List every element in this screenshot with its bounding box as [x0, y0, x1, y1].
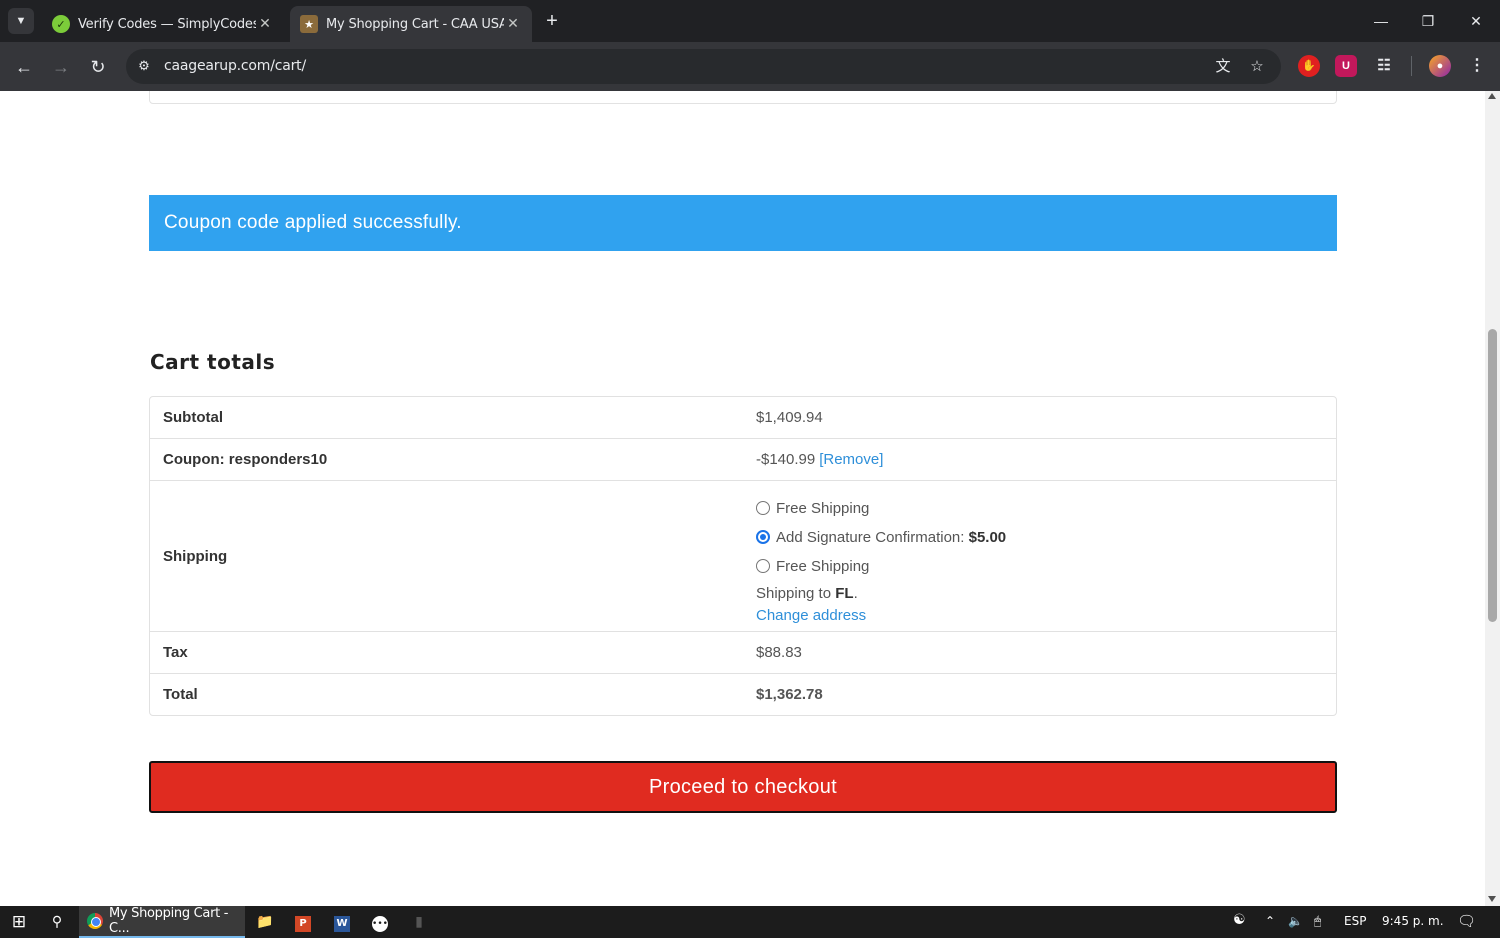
tab-title: Verify Codes — SimplyCodes	[78, 16, 256, 32]
close-window-button[interactable]: ✕	[1461, 8, 1491, 34]
scrollbar-thumb[interactable]	[1488, 329, 1497, 622]
chrome-icon	[87, 913, 103, 929]
windows-taskbar: ⊞ ⚲ My Shopping Cart - C... 📁 P W ••• ▮ …	[0, 906, 1500, 938]
browser-toolbar: ← → ↻ ⚙ caagearup.com/cart/ 文 ☆ ✋ U ☷ ● …	[0, 42, 1500, 91]
arrow-left-icon: ←	[15, 57, 33, 77]
app-placeholder-icon[interactable]: ▮	[407, 910, 431, 934]
powerpoint-icon[interactable]: P	[291, 910, 315, 934]
extensions-puzzle-icon[interactable]: ☷	[1373, 55, 1395, 77]
radio-button[interactable]	[756, 501, 770, 515]
shipping-label: Shipping	[163, 547, 228, 565]
notifications-icon[interactable]: 🗨	[1457, 912, 1476, 930]
shipping-option-label: Add Signature Confirmation:	[776, 528, 965, 546]
cart-totals-table: Subtotal $1,409.94 Coupon: responders10 …	[149, 396, 1337, 716]
remove-coupon-link[interactable]: [Remove]	[819, 451, 883, 468]
minimize-button[interactable]: —	[1366, 8, 1396, 34]
toolbar-divider	[1411, 56, 1412, 76]
shipping-destination: Shipping to FL.	[756, 583, 1006, 605]
coupon-discount: -$140.99	[756, 451, 816, 468]
scroll-up-arrow-icon[interactable]	[1488, 93, 1496, 99]
subtotal-row: Subtotal $1,409.94	[150, 397, 1336, 439]
tab-shopping-cart[interactable]: ★ My Shopping Cart - CAA USA ✕	[290, 6, 532, 42]
cart-table-bottom	[149, 91, 1337, 104]
extension-hand-icon[interactable]: ✋	[1298, 55, 1320, 77]
cart-totals-heading: Cart totals	[150, 350, 276, 374]
reload-button[interactable]: ↻	[85, 54, 111, 80]
new-tab-button[interactable]: +	[540, 10, 564, 34]
subtotal-value: $1,409.94	[756, 409, 823, 426]
subtotal-label: Subtotal	[163, 409, 223, 426]
back-button[interactable]: ←	[11, 54, 37, 80]
close-tab-icon[interactable]: ✕	[256, 16, 274, 32]
taskbar-chrome-app[interactable]: My Shopping Cart - C...	[79, 906, 245, 938]
caa-logo-icon: ★	[300, 15, 318, 33]
profile-avatar[interactable]: ●	[1429, 55, 1451, 77]
people-icon[interactable]: ☯	[1233, 912, 1246, 928]
extension-shield-icon[interactable]: U	[1335, 55, 1357, 77]
url-text[interactable]: caagearup.com/cart/	[164, 58, 306, 74]
word-icon[interactable]: W	[330, 910, 354, 934]
coupon-success-notice: Coupon code applied successfully.	[149, 195, 1337, 251]
shipping-option-price: $5.00	[968, 528, 1007, 546]
change-address-link[interactable]: Change address	[756, 605, 1006, 627]
coupon-value-cell: -$140.99 [Remove]	[743, 439, 1336, 480]
total-label: Total	[163, 686, 198, 703]
coupon-row: Coupon: responders10 -$140.99 [Remove]	[150, 439, 1336, 481]
clock[interactable]: 9:45 p. m.	[1382, 914, 1444, 928]
shipping-option-label: Free Shipping	[776, 557, 870, 575]
page-viewport: Coupon code applied successfully. Cart t…	[0, 91, 1485, 906]
tax-label: Tax	[163, 644, 188, 661]
site-info-icon[interactable]: ⚙	[135, 57, 153, 75]
shipping-options-cell: Free Shipping Add Signature Confirmation…	[743, 481, 1336, 631]
restore-button[interactable]: ❐	[1413, 8, 1443, 34]
radio-button-selected[interactable]	[756, 530, 770, 544]
translate-icon[interactable]: 文	[1212, 56, 1234, 78]
total-row: Total $1,362.78	[150, 674, 1336, 715]
address-bar[interactable]: ⚙ caagearup.com/cart/ 文 ☆	[126, 49, 1281, 84]
menu-dots-icon[interactable]: ⋮	[1466, 55, 1488, 77]
network-icon[interactable]: 🖱	[1314, 914, 1321, 929]
shipping-state: FL	[835, 585, 854, 602]
tab-title: My Shopping Cart - CAA USA	[326, 16, 504, 32]
radio-button[interactable]	[756, 559, 770, 573]
browser-tab-bar: ▼ ✓ Verify Codes — SimplyCodes ✕ ★ My Sh…	[0, 0, 1500, 42]
tab-search-button[interactable]: ▼	[8, 8, 34, 34]
coupon-label: Coupon: responders10	[163, 451, 328, 468]
search-icon[interactable]: ⚲	[45, 910, 69, 934]
shipping-option-label: Free Shipping	[776, 499, 870, 517]
taskbar-app-title: My Shopping Cart - C...	[109, 906, 229, 936]
total-value: $1,362.78	[756, 686, 823, 703]
shipping-to-text: Shipping to	[756, 585, 832, 602]
close-tab-icon[interactable]: ✕	[504, 16, 522, 32]
check-circle-icon: ✓	[52, 15, 70, 33]
chevron-up-icon[interactable]: ⌃	[1265, 914, 1275, 928]
tab-verify-codes[interactable]: ✓ Verify Codes — SimplyCodes ✕	[42, 6, 284, 42]
chevron-down-icon: ▼	[15, 15, 27, 27]
reload-icon: ↻	[90, 57, 106, 77]
shipping-option-free-1[interactable]: Free Shipping	[756, 494, 1006, 523]
windows-start-icon[interactable]: ⊞	[7, 910, 31, 934]
volume-icon[interactable]: 🔈	[1288, 914, 1303, 928]
app-circle-icon[interactable]: •••	[368, 910, 392, 934]
page-scrollbar[interactable]	[1485, 91, 1500, 906]
shipping-option-free-2[interactable]: Free Shipping	[756, 552, 1006, 581]
tax-value: $88.83	[756, 644, 802, 661]
scroll-down-arrow-icon[interactable]	[1488, 896, 1496, 902]
language-indicator[interactable]: ESP	[1344, 914, 1366, 928]
forward-button[interactable]: →	[48, 54, 74, 80]
arrow-right-icon: →	[52, 57, 70, 77]
tax-row: Tax $88.83	[150, 632, 1336, 674]
shipping-row: Shipping Free Shipping Add Signature Con…	[150, 481, 1336, 632]
file-explorer-icon[interactable]: 📁	[253, 910, 277, 934]
shipping-option-signature[interactable]: Add Signature Confirmation: $5.00	[756, 523, 1006, 552]
bookmark-star-icon[interactable]: ☆	[1246, 56, 1268, 78]
shipping-to-period: .	[853, 585, 858, 602]
proceed-to-checkout-button[interactable]: Proceed to checkout	[149, 761, 1337, 813]
